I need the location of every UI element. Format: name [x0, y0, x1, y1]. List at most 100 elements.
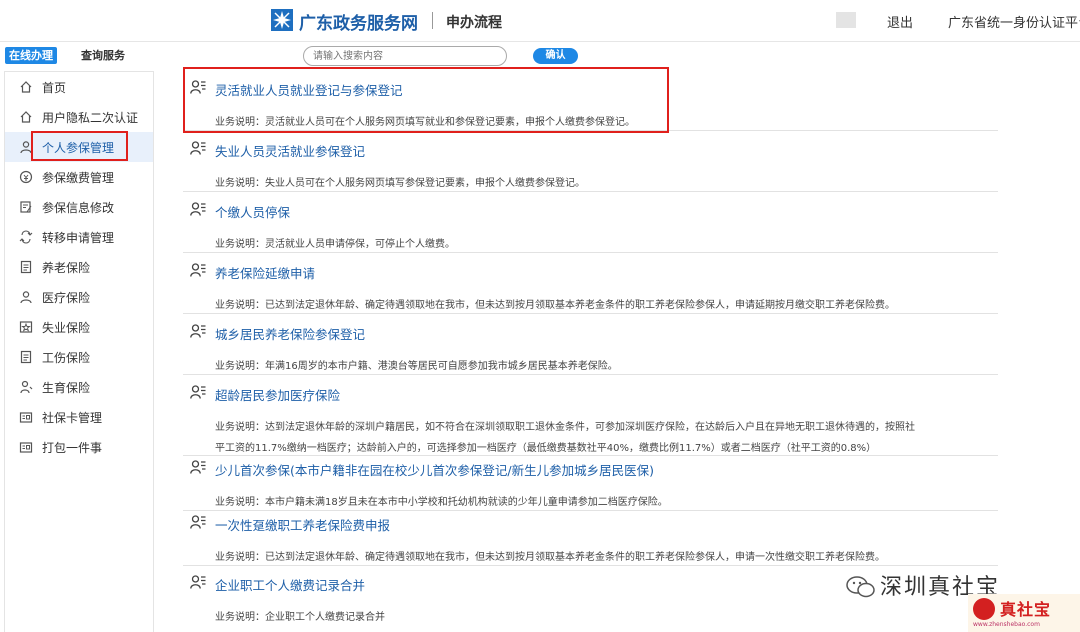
sidebar-item[interactable]: 用户隐私二次认证	[5, 102, 153, 132]
sidebar-item-label: 转移申请管理	[42, 230, 115, 245]
logout-link[interactable]: 退出	[887, 12, 913, 31]
service-title-link[interactable]: 少儿首次参保(本市户籍非在园在校少儿首次参保登记/新生儿参加城乡居民医保)	[215, 460, 654, 479]
service-highlight-box	[183, 67, 669, 133]
service-title-link[interactable]: 一次性趸缴职工养老保险费申报	[215, 515, 390, 534]
search-input[interactable]	[303, 46, 507, 66]
card-icon	[19, 410, 33, 424]
service-description-prefix: 业务说明：	[215, 361, 265, 372]
sidebar-item-label: 生育保险	[42, 380, 91, 395]
service-description-text: 已达到法定退休年龄、确定待遇领取地在我市，但未达到按月领取基本养老金条件的职工养…	[265, 552, 885, 563]
user-list-icon	[190, 385, 206, 399]
sidebar-item-label: 用户隐私二次认证	[42, 110, 139, 125]
service-description-text: 失业人员可在个人服务网页填写参保登记要素，申报个人缴费参保登记。	[265, 178, 585, 189]
baby-icon	[19, 380, 33, 394]
watermark-url: www.zhenshebao.com	[973, 621, 1040, 628]
sidebar-item-label: 首页	[42, 80, 67, 95]
service-description: 业务说明：达到法定退休年龄的深圳户籍居民，如不符合在深圳领取职工退休金条件，可参…	[215, 415, 995, 434]
user-list-icon	[190, 202, 206, 216]
service-description-text: 灵活就业人员申请停保，可停止个人缴费。	[265, 239, 455, 250]
sidebar-item-label: 医疗保险	[42, 290, 91, 305]
service-description-prefix: 业务说明：	[215, 178, 265, 189]
service-title-link[interactable]: 失业人员灵活就业参保登记	[215, 141, 365, 160]
person-icon	[19, 290, 33, 304]
site-name[interactable]: 广东政务服务网	[299, 9, 418, 34]
service-item: 城乡居民养老保险参保登记业务说明：年满16周岁的本市户籍、港澳台等居民可自愿参加…	[183, 315, 998, 375]
service-description-prefix: 业务说明：	[215, 612, 265, 623]
sidebar-item-label: 社保卡管理	[42, 410, 103, 425]
user-list-icon	[190, 141, 206, 155]
service-description-prefix: 业务说明：	[215, 422, 265, 433]
edit-icon	[19, 200, 33, 214]
service-description: 业务说明：已达到法定退休年龄、确定待遇领取地在我市，但未达到按月领取基本养老金条…	[215, 293, 995, 312]
service-item: 超龄居民参加医疗保险业务说明：达到法定退休年龄的深圳户籍居民，如不符合在深圳领取…	[183, 376, 998, 456]
user-list-icon	[190, 460, 206, 474]
service-title-link[interactable]: 个缴人员停保	[215, 202, 290, 221]
service-description-text: 年满16周岁的本市户籍、港澳台等居民可自愿参加我市城乡居民基本养老保险。	[265, 361, 618, 372]
sidebar-item[interactable]: 转移申请管理	[5, 222, 153, 252]
sidebar-item[interactable]: 社保卡管理	[5, 402, 153, 432]
section-title: 申办流程	[446, 15, 502, 31]
tab-online-service[interactable]: 在线办理	[5, 47, 57, 64]
user-list-icon	[190, 575, 206, 589]
service-description-text: 企业职工个人缴费记录合并	[265, 612, 385, 623]
sidebar-item[interactable]: 参保缴费管理	[5, 162, 153, 192]
service-item: 少儿首次参保(本市户籍非在园在校少儿首次参保登记/新生儿参加城乡居民医保) 业务说…	[183, 451, 998, 511]
auth-platform-link[interactable]: 广东省统一身份认证平台	[948, 12, 1080, 31]
tab-query-service[interactable]: 查询服务	[81, 47, 125, 64]
watermark-brand: 真社宝	[1000, 600, 1052, 619]
transfer-icon	[19, 230, 33, 244]
service-title-link[interactable]: 养老保险延缴申请	[215, 263, 315, 282]
watermark-logo: 真社宝 www.zhenshebao.com	[968, 594, 1080, 632]
watermark: 深圳真社宝 真社宝 www.zhenshebao.com	[846, 569, 1080, 632]
home-icon	[19, 80, 33, 94]
sidebar-item-label: 失业保险	[42, 320, 91, 335]
service-item: 一次性趸缴职工养老保险费申报业务说明：已达到法定退休年龄、确定待遇领取地在我市，…	[183, 506, 998, 566]
service-description-prefix: 业务说明：	[215, 552, 265, 563]
service-description: 业务说明：灵活就业人员申请停保，可停止个人缴费。	[215, 232, 995, 251]
service-item: 养老保险延缴申请业务说明：已达到法定退休年龄、确定待遇领取地在我市，但未达到按月…	[183, 254, 998, 314]
service-description-text: 已达到法定退休年龄、确定待遇领取地在我市，但未达到按月领取基本养老金条件的职工养…	[265, 300, 895, 311]
service-item: 个缴人员停保业务说明：灵活就业人员申请停保，可停止个人缴费。	[183, 193, 998, 253]
sidebar-item-label: 养老保险	[42, 260, 91, 275]
site-logo-icon	[271, 9, 293, 31]
card-icon	[19, 440, 33, 454]
service-description-text: 达到法定退休年龄的深圳户籍居民，如不符合在深圳领取职工退休金条件，可参加深圳医疗…	[265, 422, 915, 433]
service-description: 业务说明：已达到法定退休年龄、确定待遇领取地在我市，但未达到按月领取基本养老金条…	[215, 545, 995, 564]
sidebar-item[interactable]: 养老保险	[5, 252, 153, 282]
service-title-link[interactable]: 城乡居民养老保险参保登记	[215, 324, 365, 343]
service-description: 业务说明：年满16周岁的本市户籍、港澳台等居民可自愿参加我市城乡居民基本养老保险…	[215, 354, 995, 373]
top-header: 广东政务服务网 申办流程 退出 广东省统一身份认证平台	[0, 0, 1080, 42]
header-divider	[432, 12, 433, 29]
brand-circle-icon	[973, 598, 995, 620]
service-title-link[interactable]: 企业职工个人缴费记录合并	[215, 575, 365, 594]
coin-icon	[19, 170, 33, 184]
sidebar-item-label: 工伤保险	[42, 350, 91, 365]
sidebar-item[interactable]: 工伤保险	[5, 342, 153, 372]
user-avatar-blurred[interactable]	[836, 12, 856, 28]
wechat-icon	[846, 576, 875, 598]
service-title-link[interactable]: 超龄居民参加医疗保险	[215, 385, 340, 404]
sidebar-item[interactable]: 首页	[5, 72, 153, 102]
sidebar-item[interactable]: 参保信息修改	[5, 192, 153, 222]
sidebar-item-label: 参保信息修改	[42, 200, 115, 215]
service-description: 业务说明：失业人员可在个人服务网页填写参保登记要素，申报个人缴费参保登记。	[215, 171, 995, 190]
service-item: 失业人员灵活就业参保登记业务说明：失业人员可在个人服务网页填写参保登记要素，申报…	[183, 132, 998, 192]
sidebar-item[interactable]: 失业保险	[5, 312, 153, 342]
user-list-icon	[190, 263, 206, 277]
service-description-prefix: 业务说明：	[215, 239, 265, 250]
home-icon	[19, 110, 33, 124]
sidebar-item-label: 参保缴费管理	[42, 170, 115, 185]
sidebar-item[interactable]: 生育保险	[5, 372, 153, 402]
search-confirm-button[interactable]: 确认	[533, 48, 578, 64]
badge-icon	[19, 320, 33, 334]
service-description-prefix: 业务说明：	[215, 300, 265, 311]
sidebar-item[interactable]: 医疗保险	[5, 282, 153, 312]
sidebar-item[interactable]: 打包一件事	[5, 432, 153, 462]
user-list-icon	[190, 324, 206, 338]
sidebar-item-label: 打包一件事	[42, 440, 103, 455]
active-item-highlight-box	[31, 131, 128, 161]
sub-navigation: 在线办理 查询服务 确认	[0, 44, 1080, 68]
document-icon	[19, 350, 33, 364]
document-icon	[19, 260, 33, 274]
user-list-icon	[190, 515, 206, 529]
